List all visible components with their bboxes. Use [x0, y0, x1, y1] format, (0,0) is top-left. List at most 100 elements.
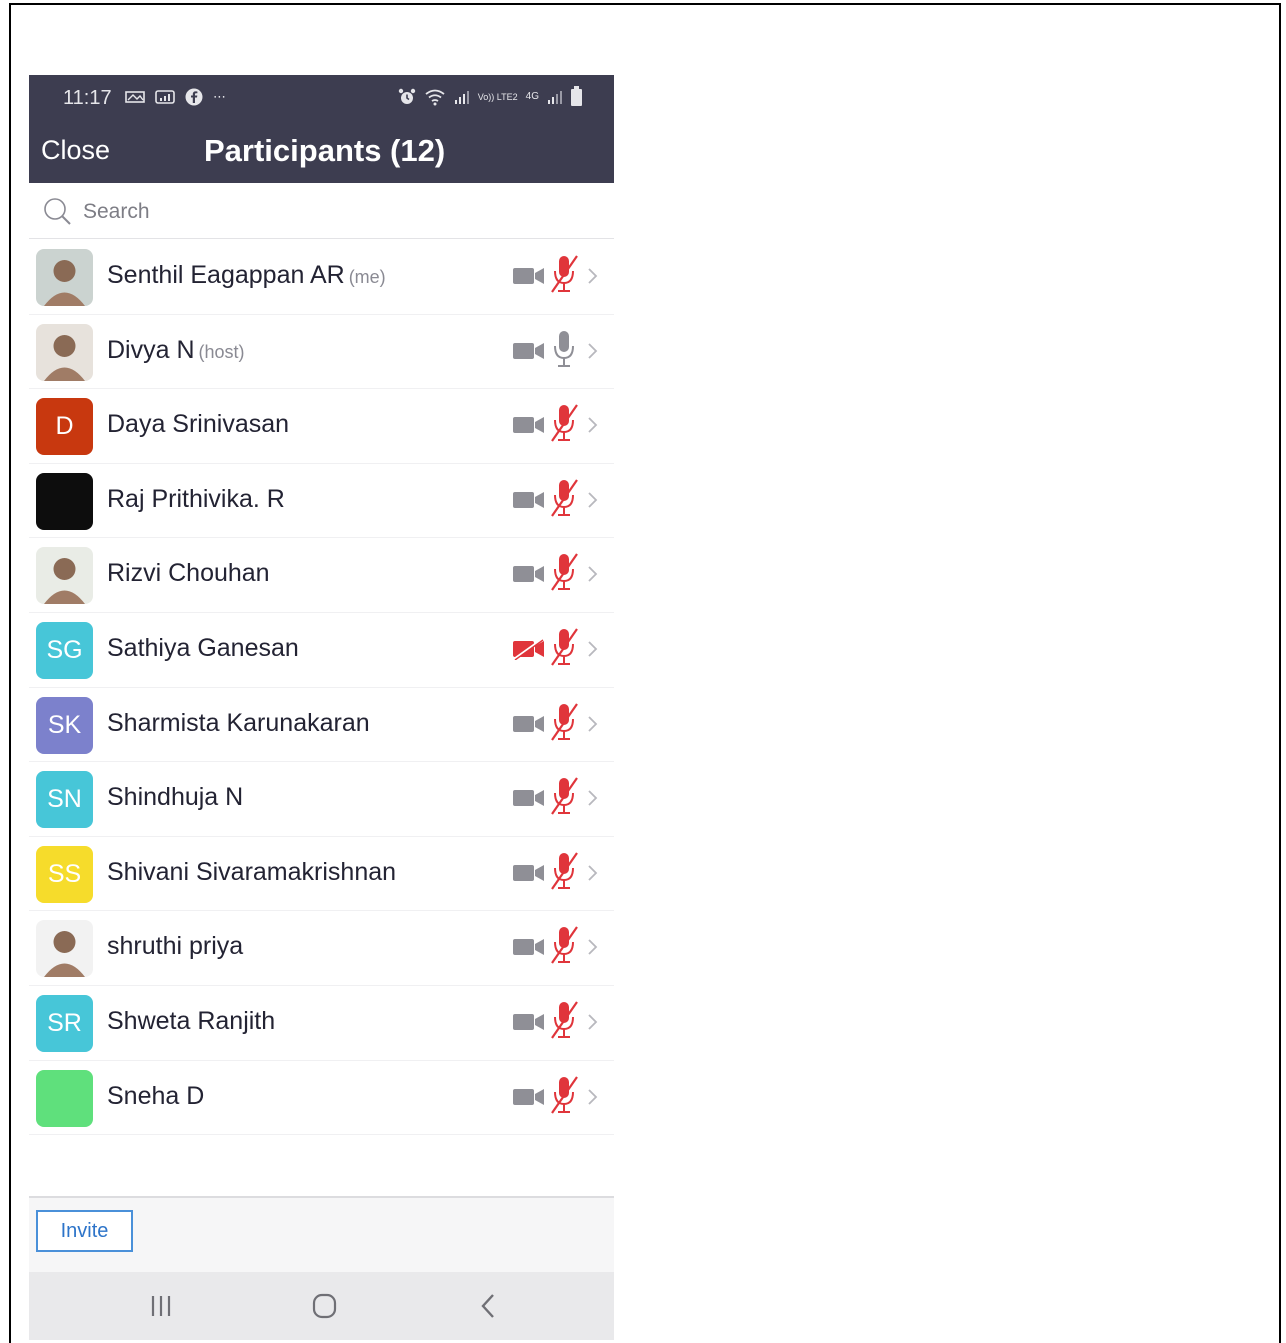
participant-row[interactable]: Rizvi Chouhan: [29, 538, 614, 613]
participant-name: Sneha D: [107, 1082, 204, 1111]
participant-row[interactable]: Divya N (host): [29, 314, 614, 390]
mic-muted-icon: [551, 852, 578, 890]
participant-name: Senthil Eagappan AR (me): [107, 261, 386, 290]
participant-name-text: Shivani Sivaramakrishnan: [107, 857, 397, 886]
participant-name-text: Shindhuja N: [107, 783, 244, 812]
video-icon: [513, 864, 544, 881]
status-time: 11:17: [63, 87, 112, 109]
more-notifications-icon: ⋯: [213, 89, 226, 104]
video-off-icon: [513, 638, 544, 660]
participant-row[interactable]: D Daya Srinivasan: [29, 389, 614, 464]
mic-muted-icon: [551, 777, 578, 815]
avatar: [36, 920, 93, 978]
chevron-right-icon[interactable]: [586, 415, 598, 435]
participant-list: Senthil Eagappan AR (me) Divya N (host) D Day…: [29, 240, 614, 1136]
participant-name-text: Sathiya Ganesan: [107, 633, 299, 662]
status-right-icons: Vo)) LTE2 4G: [398, 85, 582, 107]
participant-name: Rizvi Chouhan: [107, 559, 270, 588]
search-input[interactable]: [81, 195, 585, 229]
chevron-right-icon[interactable]: [586, 341, 598, 361]
wifi-icon: [425, 89, 445, 106]
alarm-icon: [398, 88, 415, 104]
mic-muted-icon: [551, 702, 578, 741]
network-type-label: 4G: [525, 91, 539, 102]
avatar: [36, 1069, 93, 1127]
chevron-right-icon[interactable]: [586, 937, 598, 957]
chevron-right-icon[interactable]: [586, 788, 598, 808]
chevron-right-icon[interactable]: [586, 639, 598, 659]
participant-name-text: shruthi priya: [107, 932, 244, 961]
chevron-right-icon[interactable]: [586, 490, 598, 510]
participant-name-text: Sharmista Karunakaran: [107, 708, 370, 737]
chevron-right-icon[interactable]: [586, 863, 598, 883]
bottom-bar: Invite: [29, 1196, 614, 1272]
participant-row[interactable]: Sneha D: [29, 1060, 614, 1136]
participant-name-text: Rizvi Chouhan: [107, 559, 270, 588]
video-icon: [513, 342, 544, 359]
avatar: [36, 249, 93, 306]
video-icon: [513, 1013, 544, 1030]
video-icon: [513, 268, 544, 284]
mic-muted-icon: [551, 926, 578, 964]
avatar-initials: SR: [36, 994, 93, 1052]
mic-muted-icon: [551, 553, 578, 592]
participant-name-text: Raj Prithivika. R: [107, 484, 285, 513]
top-bar: 11:17 ⋯ Vo)) LTE2 4G Close Participants …: [29, 75, 614, 183]
participant-row[interactable]: SN Shindhuja N: [29, 762, 614, 837]
search-bar: [29, 183, 614, 239]
page-title: Participants (12): [204, 133, 446, 168]
invite-button[interactable]: Invite: [36, 1210, 133, 1252]
participant-row[interactable]: Senthil Eagappan AR (me): [29, 240, 614, 315]
phone-screen: 11:17 ⋯ Vo)) LTE2 4G Close Participants …: [29, 75, 614, 1340]
chevron-right-icon[interactable]: [586, 564, 598, 584]
participant-name-text: Divya N: [107, 335, 195, 364]
participant-name-text: Sneha D: [107, 1081, 205, 1110]
volte-label: Vo)) LTE2: [477, 91, 518, 102]
recent-apps-icon[interactable]: [141, 1290, 181, 1322]
mic-muted-icon: [551, 404, 578, 442]
chevron-right-icon[interactable]: [586, 266, 598, 286]
android-nav-bar: [29, 1272, 614, 1340]
participant-row[interactable]: SS Shivani Sivaramakrishnan: [29, 836, 614, 912]
participant-name-text: Shweta Ranjith: [107, 1006, 276, 1035]
chevron-right-icon[interactable]: [586, 714, 598, 734]
participant-name: Sathiya Ganesan: [107, 634, 299, 663]
participant-role-tag: (me): [348, 267, 386, 287]
mic-muted-icon: [551, 255, 578, 293]
participant-name: Daya Srinivasan: [107, 410, 289, 439]
participant-name-text: Daya Srinivasan: [107, 410, 290, 439]
participant-row[interactable]: SG Sathiya Ganesan: [29, 612, 614, 688]
avatar-initials: SK: [36, 696, 93, 754]
status-bar: 11:17 ⋯ Vo)) LTE2 4G: [29, 75, 614, 119]
participant-row[interactable]: SR Shweta Ranjith: [29, 985, 614, 1061]
video-icon: [513, 790, 544, 807]
avatar: [36, 547, 93, 605]
mic-muted-icon: [551, 1075, 578, 1114]
participant-name: Shweta Ranjith: [107, 1007, 275, 1036]
back-icon[interactable]: [468, 1290, 508, 1322]
battery-icon: [571, 85, 582, 106]
participant-name: Raj Prithivika. R: [107, 485, 285, 514]
avatar: [36, 472, 93, 530]
participant-role-tag: (host): [198, 341, 245, 362]
home-icon[interactable]: [304, 1290, 344, 1322]
avatar-initials: D: [36, 398, 93, 456]
chevron-right-icon[interactable]: [586, 1087, 598, 1107]
chevron-right-icon[interactable]: [586, 1012, 598, 1032]
close-button[interactable]: Close: [41, 135, 110, 166]
video-icon: [513, 417, 544, 434]
participant-name-text: Senthil Eagappan AR: [107, 261, 345, 289]
video-icon: [513, 1088, 544, 1105]
video-icon: [513, 939, 544, 956]
status-left-icons: ⋯: [125, 87, 226, 107]
signal-box-icon: [155, 90, 175, 104]
mic-muted-icon: [551, 1001, 578, 1039]
participant-name: shruthi priya: [107, 932, 243, 961]
participant-row[interactable]: SK Sharmista Karunakaran: [29, 687, 614, 763]
participant-name: Shindhuja N: [107, 783, 243, 812]
participant-row[interactable]: Raj Prithivika. R: [29, 463, 614, 539]
video-icon: [513, 566, 544, 583]
signal-strength-2-icon: [548, 91, 562, 104]
mic-muted-icon: [551, 479, 578, 517]
participant-row[interactable]: shruthi priya: [29, 911, 614, 986]
